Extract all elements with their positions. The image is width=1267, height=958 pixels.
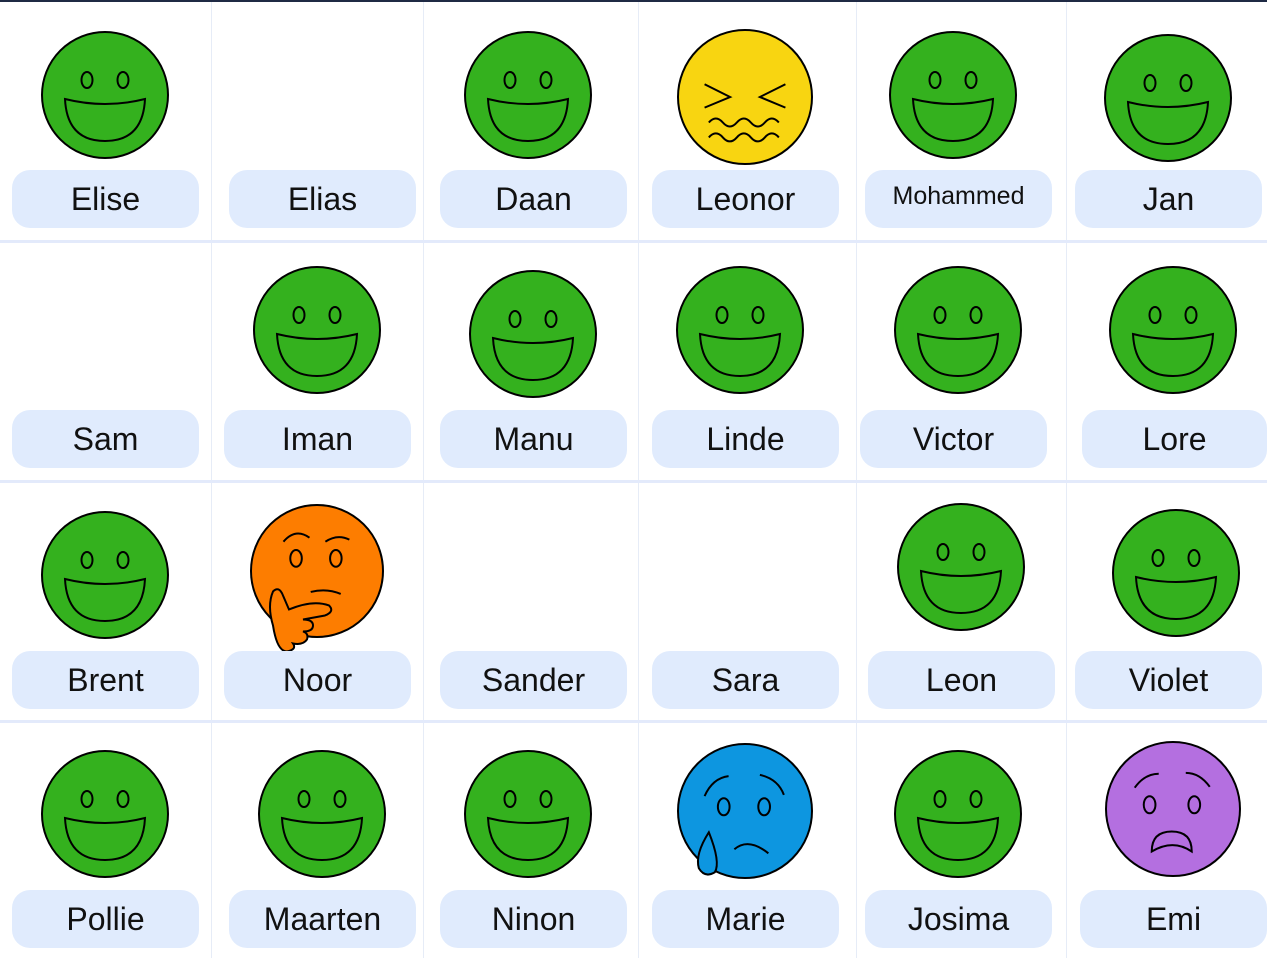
thinking-face-icon[interactable] — [249, 503, 385, 653]
happy-face-icon[interactable] — [40, 510, 170, 640]
student-name-tag[interactable]: Josima — [865, 890, 1052, 948]
student-name-tag[interactable]: Jan — [1075, 170, 1262, 228]
happy-face-icon[interactable] — [893, 749, 1023, 879]
happy-face-icon[interactable] — [463, 30, 593, 160]
student-name-tag[interactable]: Violet — [1075, 651, 1262, 709]
student-name-tag[interactable]: Elise — [12, 170, 199, 228]
happy-face-icon[interactable] — [888, 30, 1018, 160]
student-name-tag[interactable]: Maarten — [229, 890, 416, 948]
grid-divider — [0, 240, 1267, 243]
happy-face-icon[interactable] — [1108, 265, 1238, 395]
student-name-tag[interactable]: Iman — [224, 410, 411, 468]
student-name-tag[interactable]: Elias — [229, 170, 416, 228]
student-name-tag[interactable]: Sara — [652, 651, 839, 709]
happy-face-icon[interactable] — [463, 749, 593, 879]
student-name-tag[interactable]: Manu — [440, 410, 627, 468]
student-name-tag[interactable]: Emi — [1080, 890, 1267, 948]
student-name-tag[interactable]: Brent — [12, 651, 199, 709]
happy-face-icon[interactable] — [252, 265, 382, 395]
student-name-tag[interactable]: Leonor — [652, 170, 839, 228]
happy-face-icon[interactable] — [257, 749, 387, 879]
happy-face-icon[interactable] — [40, 749, 170, 879]
happy-face-icon[interactable] — [468, 269, 598, 399]
student-name-tag[interactable]: Linde — [652, 410, 839, 468]
happy-face-icon[interactable] — [675, 265, 805, 395]
student-name-tag[interactable]: Leon — [868, 651, 1055, 709]
student-name-tag[interactable]: Mohammed — [865, 170, 1052, 228]
student-mood-grid — [0, 2, 1267, 958]
student-name-tag[interactable]: Daan — [440, 170, 627, 228]
happy-face-icon[interactable] — [1103, 33, 1233, 163]
student-name-tag[interactable]: Sander — [440, 651, 627, 709]
student-name-tag[interactable]: Sam — [12, 410, 199, 468]
happy-face-icon[interactable] — [896, 502, 1026, 632]
student-name-tag[interactable]: Noor — [224, 651, 411, 709]
student-name-tag[interactable]: Pollie — [12, 890, 199, 948]
student-name-tag[interactable]: Lore — [1082, 410, 1267, 468]
happy-face-icon[interactable] — [893, 265, 1023, 395]
happy-face-icon[interactable] — [40, 30, 170, 160]
confounded-face-icon[interactable] — [676, 28, 814, 166]
anxious-face-icon[interactable] — [1104, 740, 1242, 878]
student-name-tag[interactable]: Marie — [652, 890, 839, 948]
sad-tear-face-icon[interactable] — [676, 742, 814, 880]
happy-face-icon[interactable] — [1111, 508, 1241, 638]
grid-divider — [0, 480, 1267, 483]
grid-divider — [0, 720, 1267, 723]
student-name-tag[interactable]: Ninon — [440, 890, 627, 948]
student-name-tag[interactable]: Victor — [860, 410, 1047, 468]
